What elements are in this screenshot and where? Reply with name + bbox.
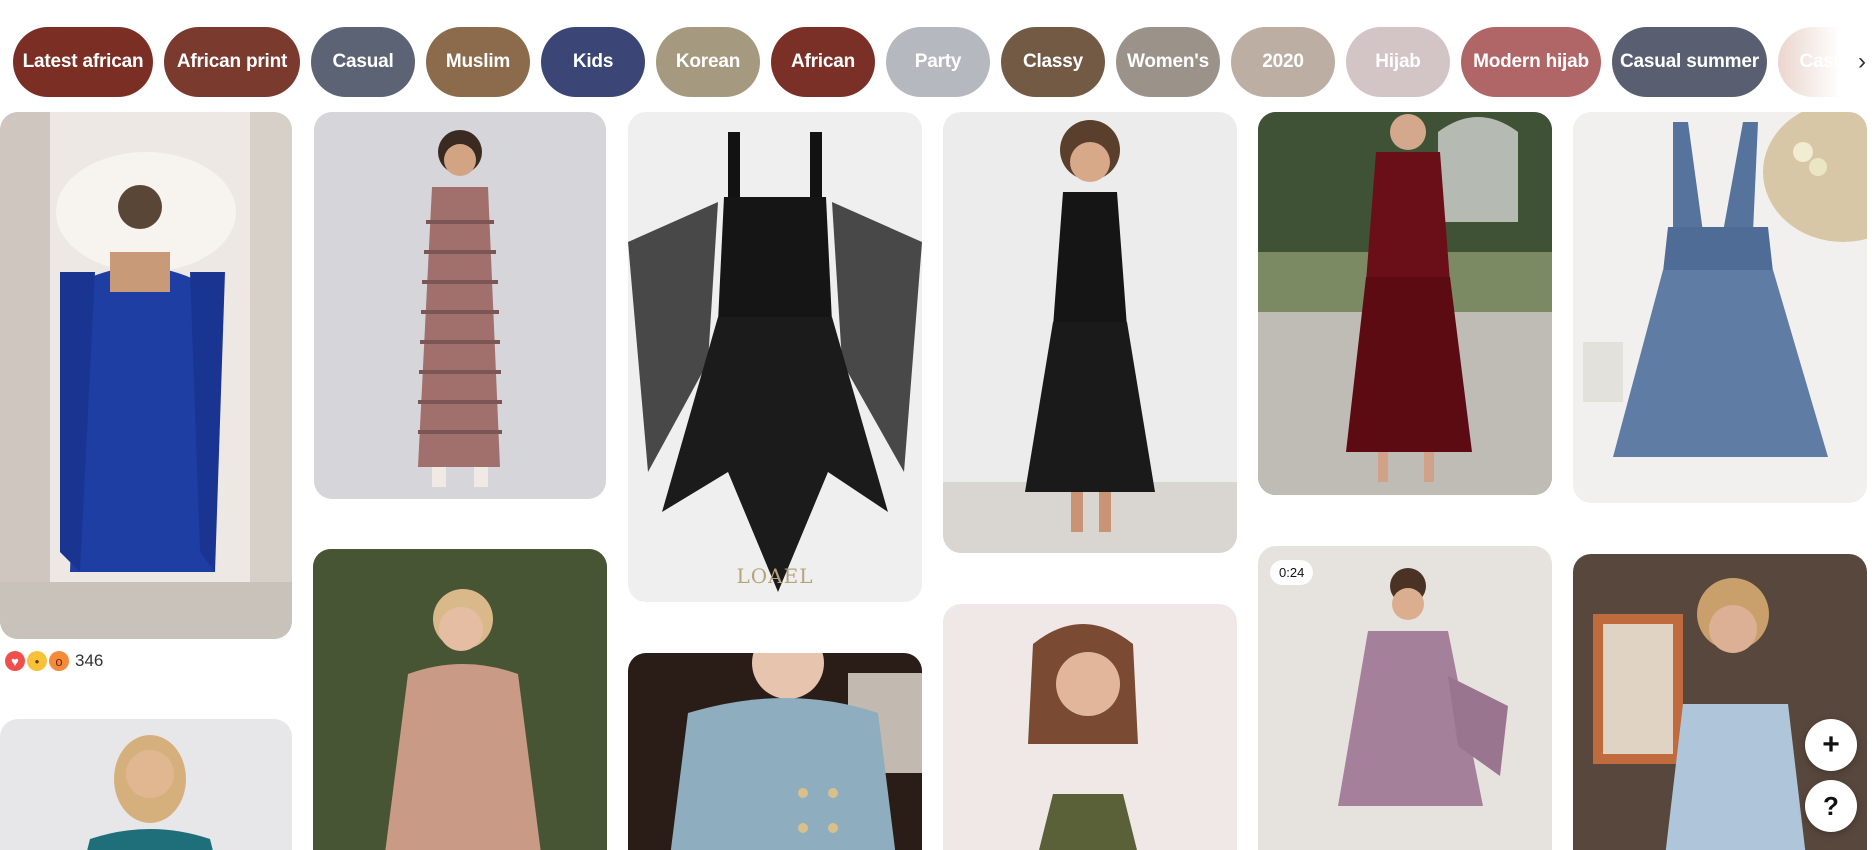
chip-modern-hijab[interactable]: Modern hijab bbox=[1461, 27, 1601, 97]
reactions-bar[interactable]: ♥ • o 346 bbox=[5, 651, 103, 671]
chevron-right-icon[interactable]: › bbox=[1852, 44, 1872, 80]
chip-korean[interactable]: Korean bbox=[656, 27, 760, 97]
chip-latest-african[interactable]: Latest african bbox=[13, 27, 153, 97]
wow-icon: • bbox=[27, 651, 47, 671]
pin-blush-tiered-dress[interactable] bbox=[313, 549, 607, 850]
add-button[interactable]: + bbox=[1805, 719, 1857, 771]
chip-casual[interactable]: Casual bbox=[311, 27, 415, 97]
chip-casual-summer[interactable]: Casual summer bbox=[1612, 27, 1767, 97]
chip-hijab[interactable]: Hijab bbox=[1346, 27, 1450, 97]
pin-blue-floral-sundress[interactable] bbox=[1573, 112, 1867, 503]
surprised-icon: o bbox=[49, 651, 69, 671]
pin-striped-maxi-dress[interactable] bbox=[314, 112, 606, 499]
video-duration-badge: 0:24 bbox=[1270, 560, 1314, 585]
pin-blue-gown-video[interactable] bbox=[0, 112, 292, 639]
chip-muslim[interactable]: Muslim bbox=[426, 27, 530, 97]
chip-2020[interactable]: 2020 bbox=[1231, 27, 1335, 97]
pin-black-chiffon-dress[interactable]: LOAEL bbox=[628, 112, 922, 602]
heart-icon: ♥ bbox=[5, 651, 25, 671]
category-chips-row: Latest african African print Casual Muslim K… bbox=[13, 27, 1858, 97]
brand-watermark: LOAEL bbox=[736, 564, 814, 588]
chip-kids[interactable]: Kids bbox=[541, 27, 645, 97]
pin-teal-satin-dress[interactable] bbox=[0, 719, 292, 850]
pin-burgundy-midi-dress[interactable] bbox=[1258, 112, 1552, 495]
chip-african-print[interactable]: African print bbox=[164, 27, 300, 97]
help-icon: ? bbox=[1823, 790, 1839, 821]
home-feed: Latest african African print Casual Muslim K… bbox=[0, 0, 1872, 850]
reaction-count: 346 bbox=[75, 651, 104, 670]
chip-women-s[interactable]: Women's bbox=[1116, 27, 1220, 97]
chip-classy[interactable]: Classy bbox=[1001, 27, 1105, 97]
chip-casual[interactable]: Casual bbox=[1778, 27, 1858, 97]
chip-african[interactable]: African bbox=[771, 27, 875, 97]
pin-olive-cutout-dress[interactable] bbox=[943, 604, 1237, 850]
plus-icon: + bbox=[1822, 728, 1840, 761]
pin-mauve-video-dress[interactable]: 0:24 bbox=[1258, 546, 1552, 850]
pin-black-polka-dot-dress[interactable] bbox=[943, 112, 1237, 553]
pin-blue-blazer-dress[interactable] bbox=[628, 653, 922, 850]
chip-party[interactable]: Party bbox=[886, 27, 990, 97]
help-button[interactable]: ? bbox=[1805, 780, 1857, 832]
